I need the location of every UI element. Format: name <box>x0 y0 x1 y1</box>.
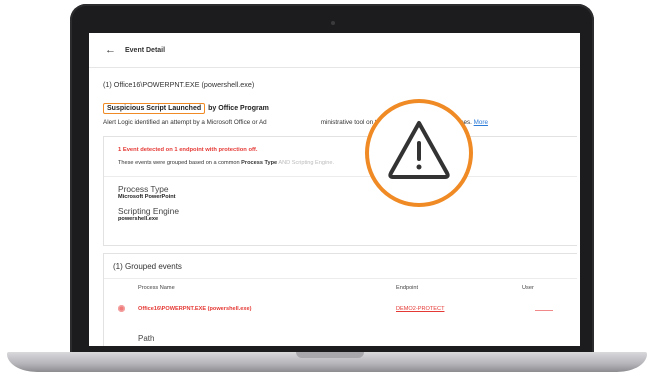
column-header-user[interactable]: User <box>522 285 534 291</box>
laptop-base-notch <box>296 352 364 358</box>
column-header-process[interactable]: Process Name <box>138 285 175 291</box>
alert-status-icon <box>118 305 125 312</box>
column-header-endpoint[interactable]: Endpoint <box>396 285 418 291</box>
warning-triangle-icon[interactable] <box>363 97 475 209</box>
top-bar: ← Event Detail <box>89 33 580 68</box>
grouped-events-panel: (1) Grouped events Process Name Endpoint… <box>103 253 577 346</box>
table-row-user-redacted <box>535 307 553 311</box>
grouping-prefix: These events were grouped based on a com… <box>118 160 240 166</box>
property-label-scripting-engine: Scripting Engine <box>118 206 179 216</box>
detection-summary: 1 Event detected on 1 endpoint with prot… <box>118 147 258 153</box>
event-summary: 1 Event detected on 1 endpoint with prot… <box>104 137 577 177</box>
screen: ← Event Detail (1) Office16\POWERPNT.EXE… <box>89 33 580 346</box>
grouping-summary: These events were grouped based on a com… <box>118 160 577 166</box>
alert-title-rest: by Office Program <box>208 105 269 112</box>
property-value-process-type: Microsoft PowerPoint <box>118 194 176 200</box>
alert-title-highlight: Suspicious Script Launched <box>103 103 206 114</box>
back-arrow-icon[interactable]: ← <box>105 44 116 56</box>
grouping-scripting-engine: AND Scripting Engine. <box>278 160 335 166</box>
event-detail-card: 1 Event detected on 1 endpoint with prot… <box>103 136 577 246</box>
alert-title: Suspicious Script Launched by Office Pro… <box>103 103 269 114</box>
property-value-scripting-engine: powershell.exe <box>118 216 159 222</box>
more-link[interactable]: More <box>474 119 488 126</box>
webcam-icon <box>331 21 335 25</box>
path-label: Path <box>138 334 155 343</box>
grouped-events-title: (1) Grouped events <box>104 254 577 279</box>
page-title: Event Detail <box>125 46 166 54</box>
property-label-process-type: Process Type <box>118 184 169 194</box>
event-process-header: (1) Office16\POWERPNT.EXE (powershell.ex… <box>103 80 255 89</box>
grouping-process-type: Process Type <box>241 160 278 166</box>
table-row-process[interactable]: Office16\POWERPNT.EXE (powershell.exe) <box>138 306 251 312</box>
table-row-endpoint-link[interactable]: DEMO2-PROTECT <box>396 306 444 312</box>
alert-description-text: Alert Logic identified an attempt by a M… <box>103 119 267 126</box>
